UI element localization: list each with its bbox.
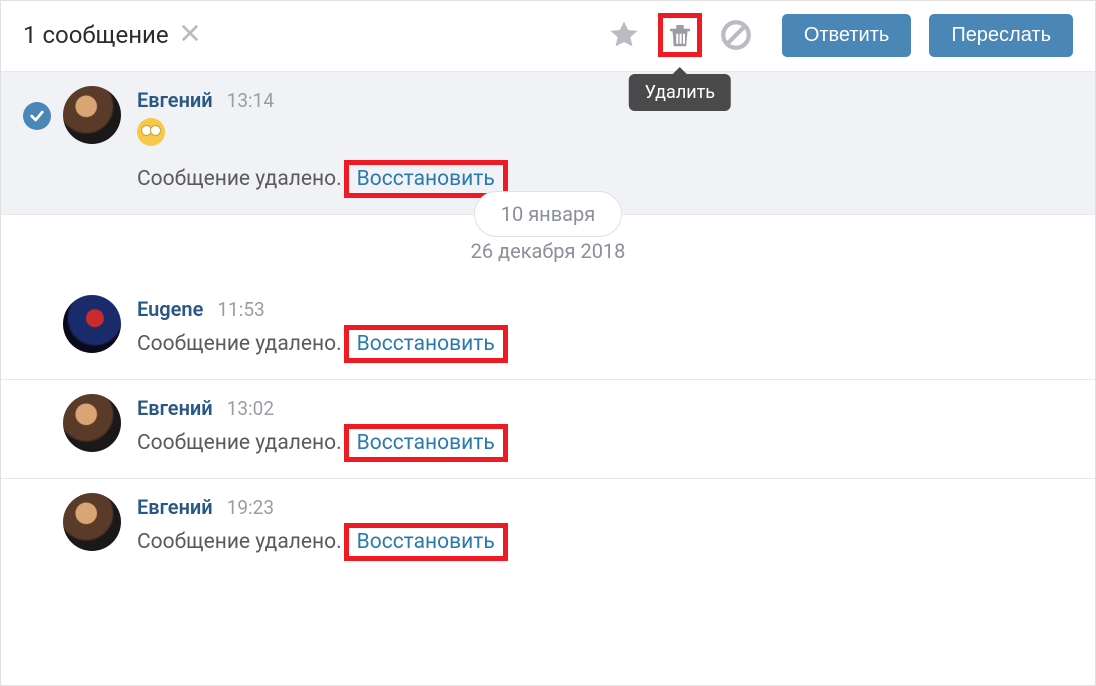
message-body: Евгений 13:02 Сообщение удалено. Восстан… <box>137 394 1073 462</box>
restore-highlight: Восстановить <box>344 523 508 561</box>
avatar[interactable] <box>63 493 121 551</box>
restore-link[interactable]: Восстановить <box>357 431 495 455</box>
restore-highlight: Восстановить <box>344 424 508 462</box>
reply-button[interactable]: Ответить <box>782 14 912 57</box>
deleted-text: Сообщение удалено. <box>137 332 342 356</box>
avatar[interactable] <box>63 295 121 353</box>
deleted-row: Сообщение удалено. Восстановить <box>137 523 1073 561</box>
message-list: Евгений 13:14 Сообщение удалено. Восстан… <box>1 72 1095 577</box>
restore-highlight: Восстановить <box>344 160 508 198</box>
deleted-text: Сообщение удалено. <box>137 167 342 191</box>
selection-check[interactable] <box>23 102 51 130</box>
check-icon <box>29 108 45 124</box>
message-header: Евгений 13:14 <box>137 88 1073 112</box>
selection-topbar: 1 сообщение Удалить От <box>1 1 1095 72</box>
author-link[interactable]: Евгений <box>137 396 213 420</box>
restore-highlight: Восстановить <box>344 325 508 363</box>
message-row[interactable]: Евгений 13:02 Сообщение удалено. Восстан… <box>1 380 1095 479</box>
forward-button[interactable]: Переслать <box>929 14 1073 57</box>
author-link[interactable]: Евгений <box>137 495 213 519</box>
star-icon <box>607 18 641 52</box>
message-time: 19:23 <box>227 496 274 519</box>
close-icon <box>179 22 201 44</box>
delete-button[interactable]: Удалить <box>658 13 702 57</box>
message-body: Евгений 19:23 Сообщение удалено. Восстан… <box>137 493 1073 561</box>
deleted-text: Сообщение удалено. <box>137 530 342 554</box>
restore-link[interactable]: Восстановить <box>357 167 495 191</box>
message-row[interactable]: Евгений 19:23 Сообщение удалено. Восстан… <box>1 479 1095 577</box>
date-pill: 10 января <box>474 191 622 237</box>
message-body: Евгений 13:14 Сообщение удалено. Восстан… <box>137 86 1073 198</box>
restore-link[interactable]: Восстановить <box>357 332 495 356</box>
avatar[interactable] <box>63 86 121 144</box>
star-button[interactable] <box>602 13 646 57</box>
message-header: Евгений 13:02 <box>137 396 1073 420</box>
avatar[interactable] <box>63 394 121 452</box>
message-header: Евгений 19:23 <box>137 495 1073 519</box>
restore-link[interactable]: Восстановить <box>357 530 495 554</box>
author-link[interactable]: Евгений <box>137 88 213 112</box>
chat-container: 1 сообщение Удалить От <box>0 0 1096 686</box>
message-time: 13:02 <box>227 397 274 420</box>
clear-selection-button[interactable] <box>179 21 201 49</box>
message-time: 11:53 <box>217 298 264 321</box>
emoji-eyeroll <box>137 118 165 146</box>
spam-button[interactable] <box>714 13 758 57</box>
trash-icon <box>665 18 695 52</box>
author-link[interactable]: Eugene <box>137 297 203 321</box>
message-time: 13:14 <box>227 89 274 112</box>
deleted-text: Сообщение удалено. <box>137 431 342 455</box>
message-row[interactable]: Eugene 11:53 Сообщение удалено. Восстано… <box>1 281 1095 380</box>
selection-count: 1 сообщение <box>23 21 169 49</box>
delete-tooltip: Удалить <box>629 74 731 111</box>
deleted-row: Сообщение удалено. Восстановить <box>137 424 1073 462</box>
message-body: Eugene 11:53 Сообщение удалено. Восстано… <box>137 295 1073 363</box>
deleted-row: Сообщение удалено. Восстановить <box>137 325 1073 363</box>
message-header: Eugene 11:53 <box>137 297 1073 321</box>
block-icon <box>719 18 753 52</box>
